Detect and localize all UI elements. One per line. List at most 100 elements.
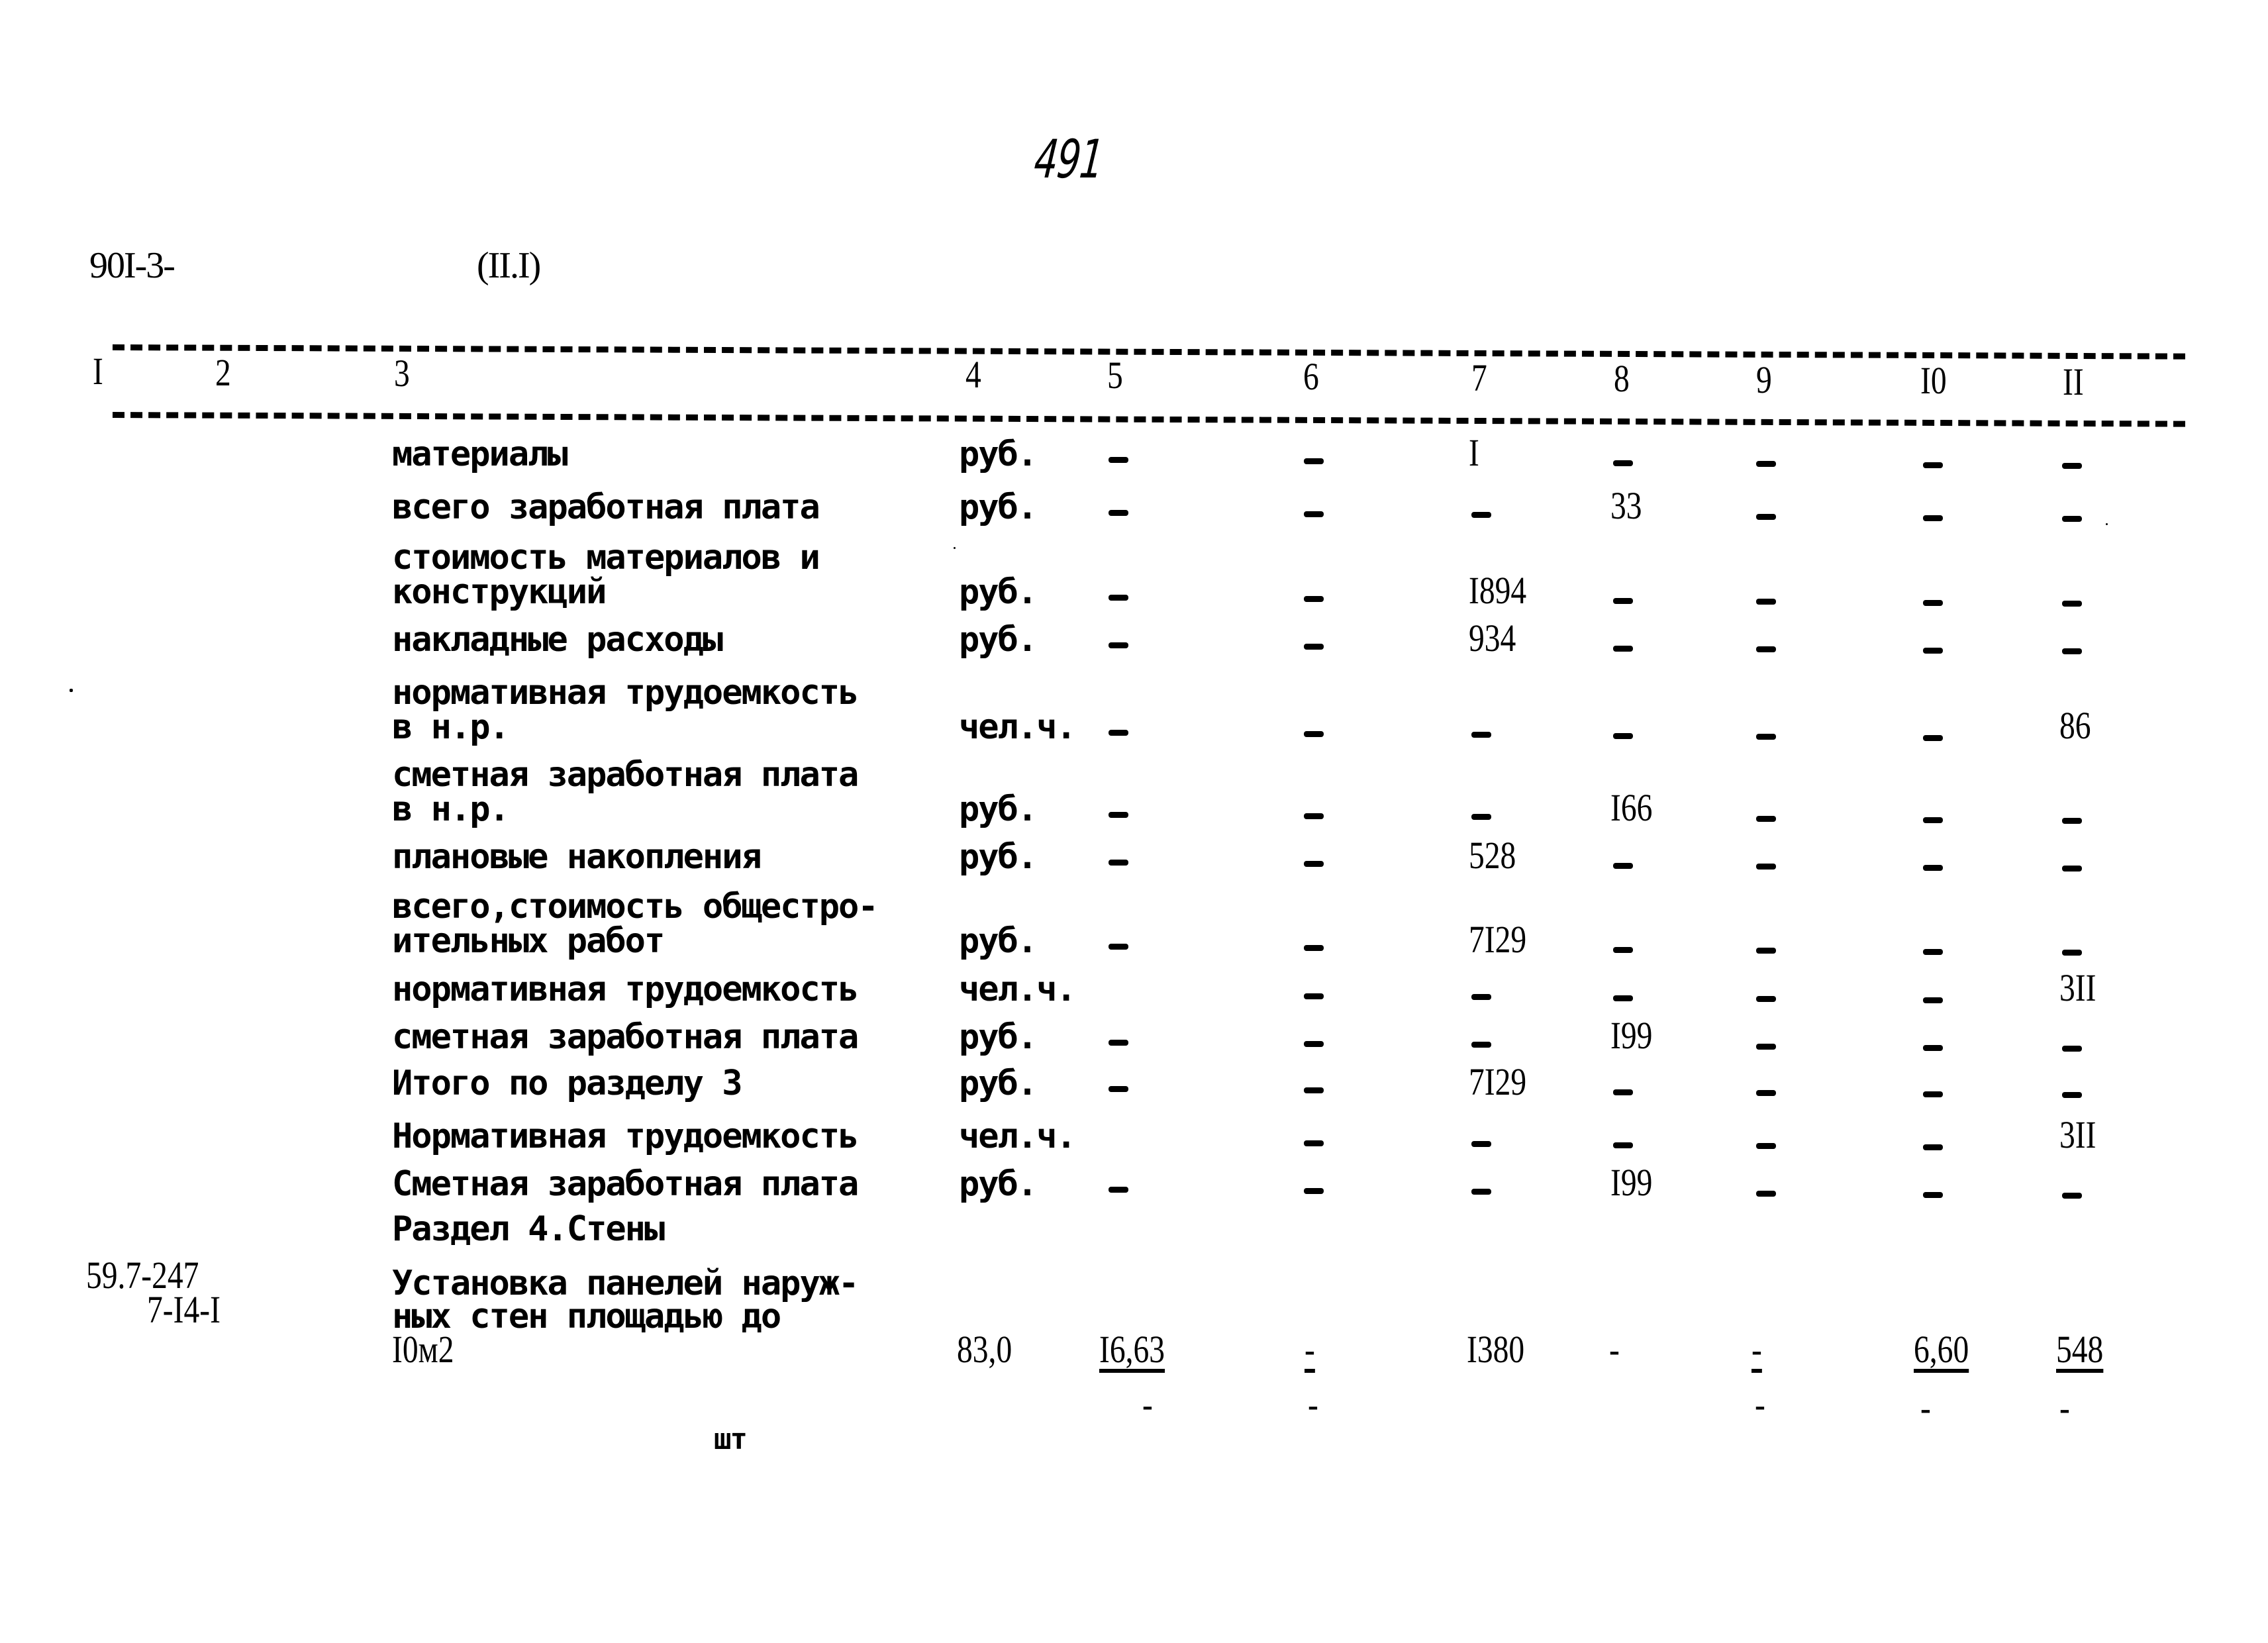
row-unit: руб. bbox=[959, 487, 1038, 527]
cell-c10-empty-dash bbox=[1923, 647, 1943, 654]
item-description-line-1: Установка панелей наруж- bbox=[392, 1264, 859, 1303]
cell-c10-empty-dash bbox=[1923, 1091, 1943, 1097]
cell-c5-empty-dash bbox=[1109, 642, 1128, 648]
cell-c5-empty-dash bbox=[1109, 457, 1128, 463]
item-cell-col11-bottom: - bbox=[2059, 1386, 2070, 1429]
cell-c9-empty-dash bbox=[1756, 646, 1776, 652]
cell-c7: I bbox=[1469, 431, 1479, 474]
cell-c8-empty-dash bbox=[1613, 732, 1633, 739]
item-cell-col4: 83,0 bbox=[957, 1328, 1012, 1371]
cell-c11-empty-dash bbox=[2062, 463, 2082, 469]
column-header-6: 6 bbox=[1303, 355, 1319, 398]
header-bottom-rule bbox=[112, 412, 2185, 427]
item-cell-col8: - bbox=[1609, 1328, 1620, 1371]
row-description: Сметная заработная плата bbox=[392, 1164, 859, 1204]
cell-c9-empty-dash bbox=[1756, 1191, 1776, 1197]
row-description: сметная заработная плата bbox=[392, 755, 859, 795]
cell-c7: 934 bbox=[1469, 617, 1516, 660]
cell-c6-empty-dash bbox=[1304, 813, 1324, 819]
cell-c8-empty-dash bbox=[1613, 597, 1633, 604]
cell-c6-empty-dash bbox=[1304, 643, 1324, 650]
cell-c7-empty-dash bbox=[1471, 994, 1491, 1000]
cell-c8-empty-dash bbox=[1613, 995, 1633, 1001]
cell-c7-empty-dash bbox=[1471, 732, 1491, 738]
cell-c11-empty-dash bbox=[2062, 601, 2082, 607]
col6-top-dash: - bbox=[1305, 1328, 1315, 1371]
cell-c10-empty-dash bbox=[1923, 1144, 1943, 1150]
column-header-4: 4 bbox=[965, 352, 981, 396]
cell-c6-empty-dash bbox=[1304, 1087, 1324, 1093]
cell-c9-empty-dash bbox=[1756, 864, 1776, 870]
cell-c5-empty-dash bbox=[1109, 1040, 1128, 1046]
cell-c5-empty-dash bbox=[1109, 595, 1128, 601]
cell-c9-empty-dash bbox=[1756, 1143, 1776, 1149]
cell-c8: I99 bbox=[1610, 1014, 1653, 1057]
cell-c6-empty-dash bbox=[1304, 1187, 1324, 1194]
column-header-5: 5 bbox=[1107, 354, 1123, 397]
cell-c10-empty-dash bbox=[1923, 734, 1943, 741]
cell-c5-empty-dash bbox=[1109, 510, 1128, 516]
cell-c8-empty-dash bbox=[1613, 1142, 1633, 1148]
row-description: плановые накопления bbox=[392, 837, 762, 877]
cell-c6-empty-dash bbox=[1304, 860, 1324, 867]
scan-speck bbox=[70, 689, 73, 692]
cell-c6-empty-dash bbox=[1304, 993, 1324, 999]
row-description: стоимость материалов и bbox=[392, 538, 820, 577]
cell-c7: 528 bbox=[1469, 834, 1516, 877]
cell-c10-empty-dash bbox=[1923, 997, 1943, 1003]
cell-c7-empty-dash bbox=[1471, 1042, 1491, 1048]
row-description: материалы bbox=[392, 434, 568, 474]
row-unit: руб. bbox=[959, 434, 1038, 474]
cell-c7-empty-dash bbox=[1471, 814, 1491, 820]
cell-c10-empty-dash bbox=[1923, 864, 1943, 871]
cell-c11-empty-dash bbox=[2062, 1046, 2082, 1052]
item-code-secondary: 7-I4-I bbox=[147, 1288, 221, 1331]
cell-c11-empty-dash bbox=[2062, 950, 2082, 956]
cell-c5-empty-dash bbox=[1109, 812, 1128, 818]
row-unit: руб. bbox=[959, 1064, 1038, 1103]
col9-top-dash: - bbox=[1751, 1328, 1762, 1371]
scan-speck bbox=[2106, 523, 2108, 525]
cell-c9-empty-dash bbox=[1756, 1090, 1776, 1096]
item-cell-col11-top: 548 bbox=[2056, 1328, 2104, 1371]
column-header-2: 2 bbox=[215, 350, 231, 394]
row-unit: чел.ч. bbox=[959, 707, 1077, 747]
row-description: в н.р. bbox=[392, 707, 510, 747]
cell-c8-empty-dash bbox=[1613, 645, 1633, 652]
cell-c8: I99 bbox=[1610, 1161, 1653, 1204]
row-unit: руб. bbox=[959, 572, 1038, 612]
cell-c9-empty-dash bbox=[1756, 996, 1776, 1002]
cell-c11-empty-dash bbox=[2062, 516, 2082, 522]
row-description: нормативная трудоемкость bbox=[392, 673, 859, 713]
item-cell-col7: I380 bbox=[1467, 1328, 1525, 1371]
item-cell-col6-bottom: - bbox=[1308, 1383, 1318, 1426]
page-number: 491 bbox=[1031, 128, 1106, 190]
cell-c7: 7I29 bbox=[1469, 1060, 1527, 1103]
cell-c9-empty-dash bbox=[1756, 734, 1776, 740]
header-top-rule bbox=[112, 344, 2185, 360]
row-unit: руб. bbox=[959, 921, 1038, 961]
row-unit: руб. bbox=[959, 1164, 1038, 1204]
cell-c5-empty-dash bbox=[1109, 944, 1128, 950]
cell-c9-empty-dash bbox=[1756, 816, 1776, 822]
item-cell-col9-top: - bbox=[1751, 1330, 1762, 1369]
cell-c6-empty-dash bbox=[1304, 944, 1324, 951]
cell-c9-empty-dash bbox=[1756, 948, 1776, 954]
cell-c10-empty-dash bbox=[1923, 1191, 1943, 1198]
cell-c5-empty-dash bbox=[1109, 1187, 1128, 1193]
cell-c11: 3II bbox=[2059, 966, 2096, 1009]
cell-c11-empty-dash bbox=[2062, 1092, 2082, 1098]
cell-c7-empty-dash bbox=[1471, 512, 1491, 518]
cell-c8-empty-dash bbox=[1613, 460, 1633, 466]
item-unit: шт bbox=[714, 1422, 748, 1456]
document-code: 90I-3- bbox=[89, 245, 175, 286]
row-unit: руб. bbox=[959, 789, 1038, 829]
cell-c8-empty-dash bbox=[1613, 946, 1633, 953]
column-header-1: I bbox=[93, 350, 103, 393]
cell-c5-empty-dash bbox=[1109, 1086, 1128, 1092]
cell-c5-empty-dash bbox=[1109, 730, 1128, 736]
row-description: ительных работ bbox=[392, 921, 665, 961]
section-heading: Раздел 4.Стены bbox=[392, 1209, 665, 1249]
row-description: сметная заработная плата bbox=[392, 1017, 859, 1057]
cell-c9-empty-dash bbox=[1756, 599, 1776, 605]
